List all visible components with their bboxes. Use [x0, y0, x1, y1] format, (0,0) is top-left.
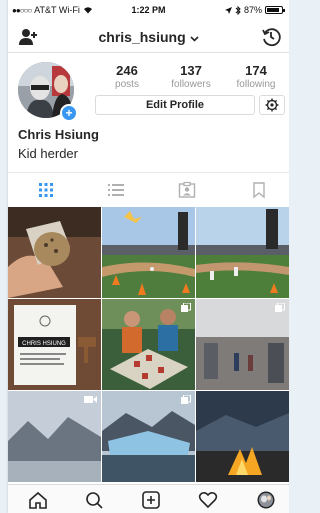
- photo-thumbnail-9[interactable]: [196, 391, 289, 482]
- photo-thumbnail-2[interactable]: [102, 207, 195, 298]
- following-count: 174: [245, 63, 267, 78]
- activity-icon[interactable]: [198, 491, 218, 509]
- photo-thumbnail-7[interactable]: [8, 391, 101, 482]
- following-label: following: [236, 79, 276, 90]
- multiple-photos-icon: [275, 303, 285, 312]
- followers-stat[interactable]: 137 followers: [161, 63, 221, 90]
- settings-button[interactable]: [259, 95, 285, 115]
- photo-thumbnail-3[interactable]: [196, 207, 289, 298]
- following-stat[interactable]: 174 following: [226, 63, 286, 90]
- followers-count: 137: [180, 63, 202, 78]
- profile-view-tabs: [8, 172, 289, 208]
- profile-header: chris_hsiung: [8, 22, 289, 53]
- history-icon[interactable]: [261, 27, 281, 47]
- tagged-icon[interactable]: [178, 181, 196, 199]
- chevron-down-icon: [189, 36, 199, 42]
- multiple-photos-icon: [181, 395, 191, 404]
- gear-icon: [265, 98, 279, 112]
- home-icon[interactable]: [28, 491, 48, 509]
- photo-thumbnail-6[interactable]: [196, 299, 289, 390]
- photo-thumbnail-1[interactable]: [8, 207, 101, 298]
- bluetooth-icon: [235, 5, 241, 15]
- posts-count: 246: [116, 63, 138, 78]
- photo-thumbnail-4[interactable]: CHRIS HSIUNG: [8, 299, 101, 390]
- posts-stat: 246 posts: [97, 63, 157, 90]
- profile-bio: Kid herder: [18, 146, 78, 161]
- battery-icon: [265, 6, 285, 14]
- multiple-photos-icon: [181, 303, 191, 312]
- add-story-button[interactable]: +: [60, 104, 78, 122]
- bottom-nav: [8, 484, 289, 513]
- posts-label: posts: [115, 79, 139, 90]
- username-label: chris_hsiung: [98, 29, 186, 45]
- photo-thumbnail-5[interactable]: [102, 299, 195, 390]
- location-icon: [224, 6, 232, 14]
- search-icon[interactable]: [84, 491, 104, 509]
- saved-icon[interactable]: [250, 181, 268, 199]
- list-icon[interactable]: [107, 181, 125, 199]
- photo-grid: CHRIS HSIUNG: [8, 207, 289, 483]
- edit-profile-button[interactable]: Edit Profile: [95, 95, 255, 115]
- status-bar: ●●○○○ AT&T Wi-Fi 1:22 PM 87%: [8, 0, 289, 20]
- profile-icon[interactable]: [256, 491, 276, 509]
- battery-percent: 87%: [243, 5, 262, 15]
- video-icon: [84, 396, 97, 403]
- photo-thumbnail-8[interactable]: [102, 391, 195, 482]
- followers-label: followers: [171, 79, 211, 90]
- nameplate-text: CHRIS HSIUNG: [22, 341, 66, 347]
- status-right: 87%: [224, 5, 285, 15]
- phone-screen: ●●○○○ AT&T Wi-Fi 1:22 PM 87% chris_hsiun…: [8, 0, 289, 513]
- profile-name: Chris Hsiung: [18, 127, 99, 142]
- username-title[interactable]: chris_hsiung: [8, 29, 289, 45]
- new-post-icon[interactable]: [141, 491, 161, 509]
- grid-icon[interactable]: [37, 181, 55, 199]
